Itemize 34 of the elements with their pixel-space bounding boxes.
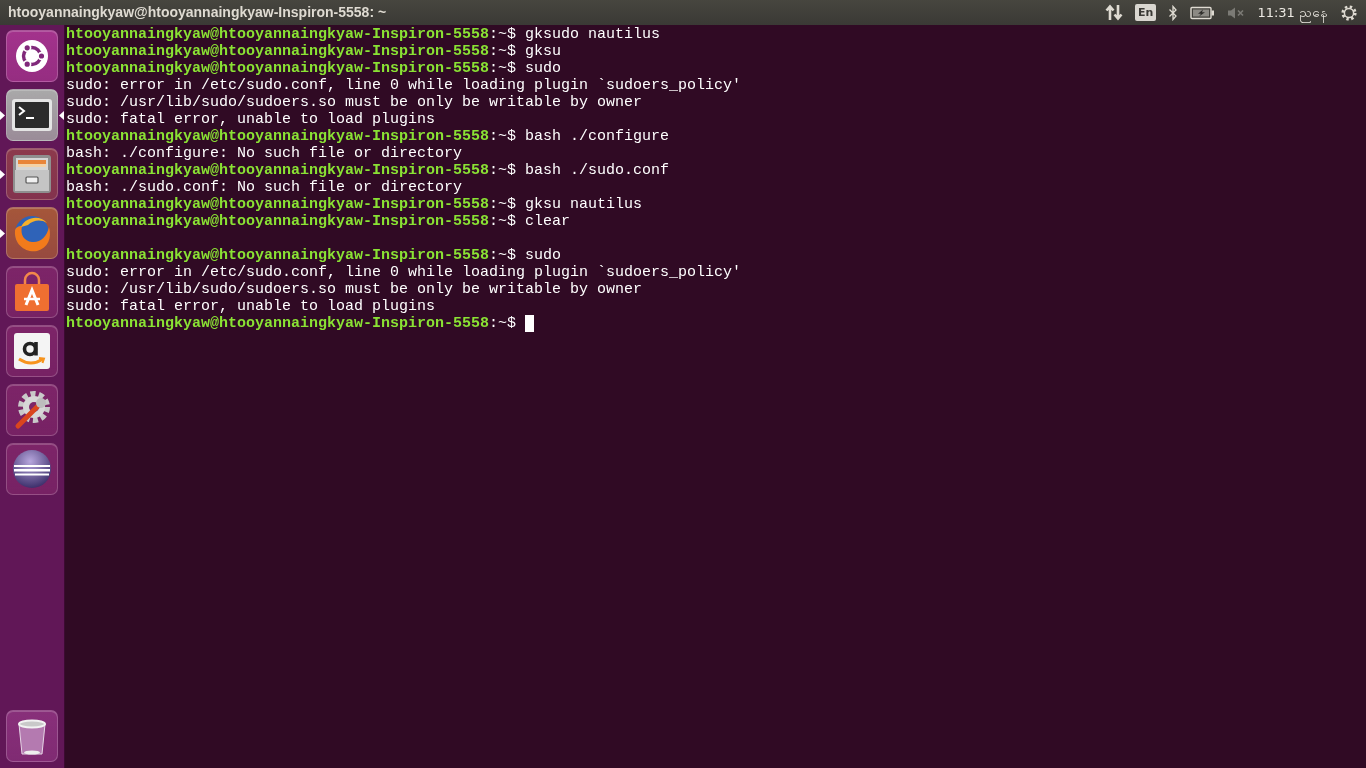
output-line: bash: ./configure: No such file or directory xyxy=(66,145,463,162)
launcher-button[interactable] xyxy=(6,325,58,377)
command-line: htooyannaingkyaw@htooyannaingkyaw-Inspiron-5558:~$ bash ./sudo.conf xyxy=(66,162,670,179)
output-line: sudo: /usr/lib/sudo/sudoers.so must be only be writable by owner xyxy=(66,94,643,111)
command-line: htooyannaingkyaw@htooyannaingkyaw-Inspiron-5558:~$ bash ./configure xyxy=(66,128,670,145)
launcher-button[interactable] xyxy=(6,30,58,82)
launcher-button[interactable] xyxy=(6,89,58,141)
command-line: htooyannaingkyaw@htooyannaingkyaw-Inspiron-5558:~$ sudo xyxy=(66,60,562,77)
command-line: htooyannaingkyaw@htooyannaingkyaw-Inspiron-5558:~$ xyxy=(66,315,517,332)
command-line: htooyannaingkyaw@htooyannaingkyaw-Inspiron-5558:~$ gksu xyxy=(66,43,562,60)
battery-icon[interactable] xyxy=(1190,5,1216,20)
output-line: sudo: error in /etc/sudo.conf, line 0 while loading plugin `sudoers_policy' xyxy=(66,77,742,94)
file-cabinet-icon xyxy=(10,152,54,196)
launcher-button[interactable] xyxy=(6,443,58,495)
output-line: bash: ./sudo.conf: No such file or directory xyxy=(66,179,463,196)
clock[interactable]: 11:31 ညနေ xyxy=(1257,0,1328,25)
launcher-button[interactable] xyxy=(6,384,58,436)
striped-sphere-icon xyxy=(10,447,54,491)
launcher-button[interactable] xyxy=(6,710,58,762)
output-line: sudo: fatal error, unable to load plugins xyxy=(66,298,436,315)
command-line: htooyannaingkyaw@htooyannaingkyaw-Inspiron-5558:~$ clear xyxy=(66,213,571,230)
speaker-muted-icon[interactable] xyxy=(1227,5,1246,20)
command-line: htooyannaingkyaw@htooyannaingkyaw-Inspiron-5558:~$ gksudo nautilus xyxy=(66,26,661,43)
command-line: htooyannaingkyaw@htooyannaingkyaw-Inspiron-5558:~$ gksu nautilus xyxy=(66,196,643,213)
output-line: sudo: /usr/lib/sudo/sudoers.so must be only be writable by owner xyxy=(66,281,643,298)
output-line: sudo: fatal error, unable to load plugins xyxy=(66,111,436,128)
up-down-arrows-icon[interactable] xyxy=(1105,4,1124,21)
output-line: sudo: error in /etc/sudo.conf, line 0 while loading plugin `sudoers_policy' xyxy=(66,264,742,281)
keyboard-layout-indicator[interactable]: En xyxy=(1135,4,1157,21)
command-line: htooyannaingkyaw@htooyannaingkyaw-Inspiron-5558:~$ sudo xyxy=(66,247,562,264)
launcher-button[interactable] xyxy=(6,266,58,318)
gear-icon[interactable] xyxy=(1340,3,1358,22)
bluetooth-icon[interactable] xyxy=(1168,4,1179,21)
window-title: htooyannaingkyaw@htooyannaingkyaw-Inspiron-5558: ~ xyxy=(7,3,387,22)
